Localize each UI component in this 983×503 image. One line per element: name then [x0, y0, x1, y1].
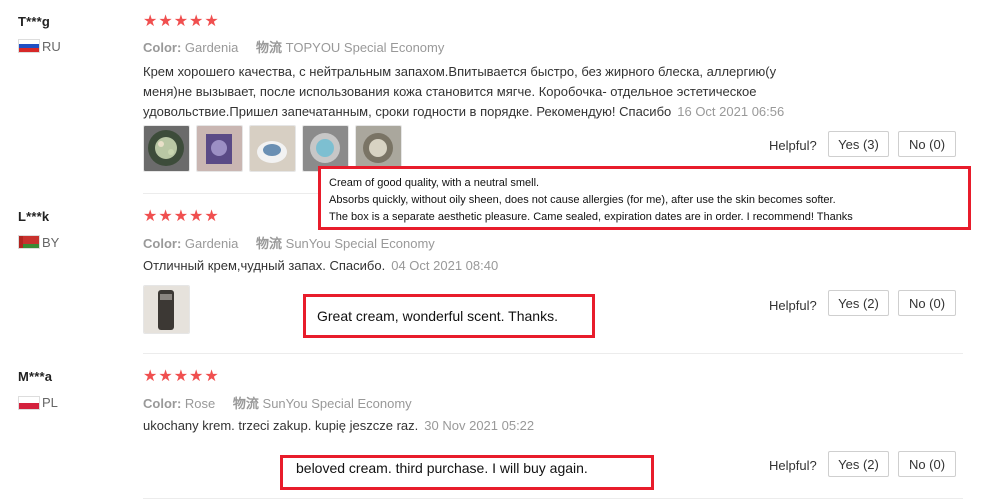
helpful-label: Helpful? — [769, 298, 817, 313]
review-photo[interactable] — [249, 125, 296, 172]
color-value: Rose — [184, 396, 216, 411]
review-photos — [143, 125, 402, 172]
product-meta: Color: Gardenia 物流 SunYou Special Econom… — [143, 233, 435, 252]
shipping-value: TOPYOU Special Economy — [285, 40, 445, 55]
review-photo[interactable] — [143, 285, 190, 334]
review-divider — [143, 353, 963, 354]
color-value: Gardenia — [184, 236, 239, 251]
reviewer-name: M***a — [18, 369, 53, 384]
color-label: Color: — [143, 40, 182, 55]
helpful-no-button[interactable]: No (0) — [898, 290, 956, 316]
review-photo[interactable] — [143, 125, 190, 172]
helpful-yes-button[interactable]: Yes (2) — [828, 451, 889, 477]
review-text-block: ukochany krem. trzeci zakup. kupię jeszc… — [143, 416, 823, 436]
shipping-value: SunYou Special Economy — [285, 236, 435, 251]
helpful-label: Helpful? — [769, 138, 817, 153]
review-date: 04 Oct 2021 08:40 — [391, 258, 499, 273]
review-date: 16 Oct 2021 06:56 — [677, 104, 785, 119]
review-photos — [143, 285, 190, 334]
rating-stars: ★★★★★ — [143, 208, 220, 225]
reviewer-name: T***g — [18, 14, 51, 29]
rating-stars: ★★★★★ — [143, 13, 220, 30]
product-meta: Color: Gardenia 物流 TOPYOU Special Econom… — [143, 37, 444, 56]
translation-text: Great cream, wonderful scent. Thanks. — [317, 308, 558, 324]
belarus-flag-icon — [18, 235, 40, 249]
review-text-block: Крем хорошего качества, с нейтральным за… — [143, 62, 823, 122]
poland-flag-icon — [18, 396, 40, 410]
translation-text: beloved cream. third purchase. I will bu… — [296, 460, 588, 476]
reviewer-country: RU — [42, 39, 61, 54]
color-label: Color: — [143, 236, 182, 251]
review-text-block: Отличный крем,чудный запах. Спасибо. 04 O… — [143, 256, 823, 276]
shipping-label: 物流 — [256, 236, 283, 251]
review-divider — [143, 498, 963, 499]
translation-line: Absorbs quickly, without oily sheen, doe… — [329, 194, 836, 206]
translation-callout: Great cream, wonderful scent. Thanks. — [303, 294, 595, 338]
product-meta: Color: Rose 物流 SunYou Special Economy — [143, 393, 412, 412]
review-photo[interactable] — [302, 125, 349, 172]
translation-callout: beloved cream. third purchase. I will bu… — [280, 455, 654, 490]
review-photo[interactable] — [355, 125, 402, 172]
color-value: Gardenia — [184, 40, 239, 55]
shipping-label: 物流 — [232, 396, 259, 411]
reviewer-country: PL — [42, 395, 58, 410]
review-photo[interactable] — [196, 125, 243, 172]
shipping-label: 物流 — [256, 40, 283, 55]
helpful-no-button[interactable]: No (0) — [898, 451, 956, 477]
reviewer-name: L***k — [18, 209, 50, 224]
rating-stars: ★★★★★ — [143, 368, 220, 385]
russia-flag-icon — [18, 39, 40, 53]
translation-line: The box is a separate aesthetic pleasure… — [329, 211, 853, 223]
helpful-no-button[interactable]: No (0) — [898, 131, 956, 157]
helpful-yes-button[interactable]: Yes (2) — [828, 290, 889, 316]
helpful-yes-button[interactable]: Yes (3) — [828, 131, 889, 157]
review-text: ukochany krem. trzeci zakup. kupię jeszc… — [143, 418, 419, 433]
shipping-value: SunYou Special Economy — [262, 396, 412, 411]
helpful-label: Helpful? — [769, 458, 817, 473]
color-label: Color: — [143, 396, 182, 411]
review-date: 30 Nov 2021 05:22 — [424, 418, 535, 433]
review-text: Отличный крем,чудный запах. Спасибо. — [143, 258, 386, 273]
translation-line: Cream of good quality, with a neutral sm… — [329, 177, 540, 189]
reviewer-country: BY — [42, 235, 60, 250]
translation-callout: Cream of good quality, with a neutral sm… — [318, 166, 971, 230]
